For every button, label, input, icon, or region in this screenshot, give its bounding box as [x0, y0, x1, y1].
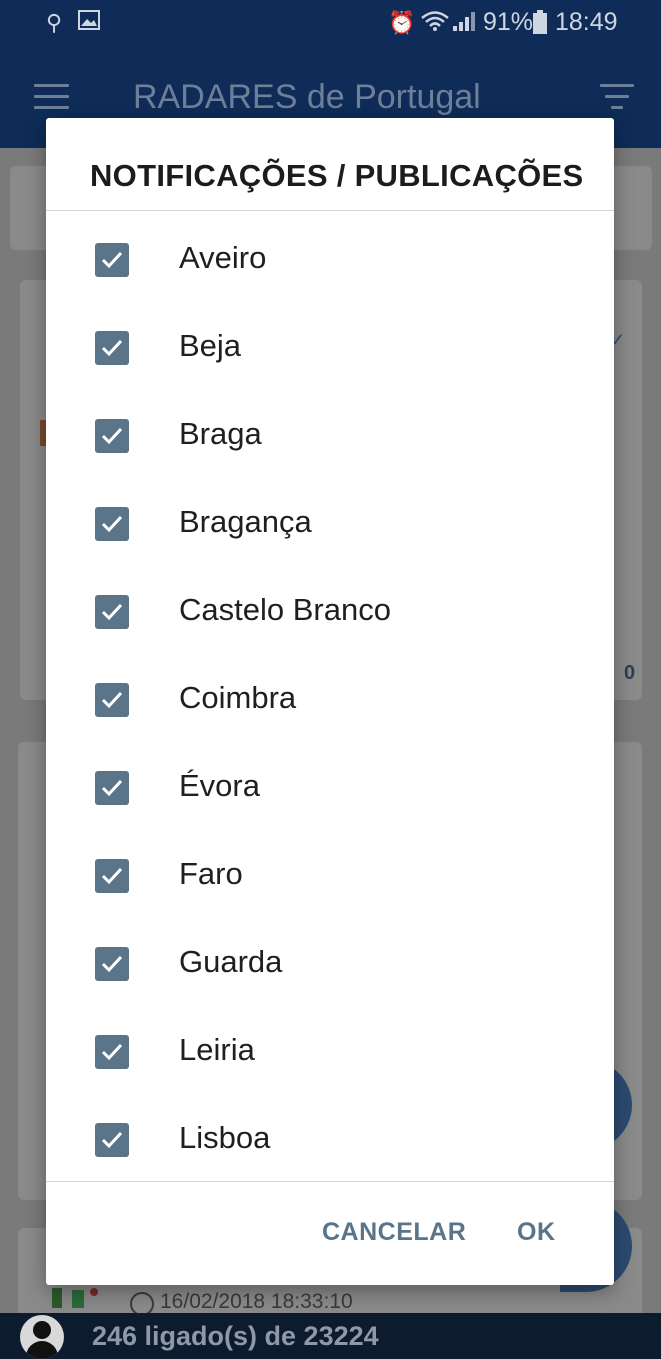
avatar — [20, 1315, 64, 1359]
checkbox[interactable] — [95, 683, 129, 717]
dialog-title: NOTIFICAÇÕES / PUBLICAÇÕES — [90, 158, 584, 193]
wifi-icon — [420, 10, 450, 38]
location-icon: ⚲ — [46, 10, 63, 35]
item-label: Castelo Branco — [179, 592, 391, 627]
checkbox[interactable] — [95, 331, 129, 365]
item-label: Beja — [179, 328, 242, 363]
checkbox[interactable] — [95, 419, 129, 453]
list-item[interactable]: Évora — [46, 739, 614, 827]
list-item[interactable]: Castelo Branco — [46, 563, 614, 651]
divider — [46, 1181, 614, 1182]
item-label: Faro — [179, 856, 243, 891]
list-item[interactable]: Lisboa — [46, 1091, 614, 1179]
checkbox[interactable] — [95, 595, 129, 629]
status-bar: ⚲ ⏰ 91% 18:49 — [0, 0, 661, 46]
list-item[interactable]: Bragança — [46, 475, 614, 563]
list-item[interactable]: Guarda — [46, 915, 614, 1003]
filter-icon[interactable] — [600, 84, 634, 110]
checkbox[interactable] — [95, 243, 129, 277]
item-label: Lisboa — [179, 1120, 271, 1155]
count-badge: 0 — [624, 662, 636, 684]
notifications-dialog: NOTIFICAÇÕES / PUBLICAÇÕES Aveiro Beja B… — [46, 118, 614, 1285]
battery-icon — [533, 10, 547, 40]
alarm-icon: ⏰ — [388, 10, 416, 35]
list-item[interactable]: Beja — [46, 299, 614, 387]
item-label: Coimbra — [179, 680, 297, 715]
cancel-button[interactable]: CANCELAR — [322, 1218, 466, 1247]
list-item[interactable]: Faro — [46, 827, 614, 915]
checkbox[interactable] — [95, 947, 129, 981]
item-label: Bragança — [179, 504, 312, 539]
map-markers-icon — [52, 1286, 100, 1312]
menu-icon[interactable] — [34, 84, 69, 110]
item-label: Guarda — [179, 944, 283, 979]
app-title: RADARES de Portugal — [133, 78, 481, 116]
timestamp: 16/02/2018 18:33:10 — [160, 1290, 353, 1313]
district-list[interactable]: Aveiro Beja Braga Bragança Castelo Branc… — [46, 211, 614, 1181]
checkbox[interactable] — [95, 859, 129, 893]
item-label: Leiria — [179, 1032, 255, 1067]
list-item[interactable]: Leiria — [46, 1003, 614, 1091]
list-item[interactable]: Braga — [46, 387, 614, 475]
list-item[interactable]: Aveiro — [46, 211, 614, 299]
signal-icon — [452, 10, 476, 38]
list-item[interactable]: Coimbra — [46, 651, 614, 739]
checkbox[interactable] — [95, 771, 129, 805]
ok-button[interactable]: OK — [517, 1218, 556, 1247]
item-label: Évora — [179, 768, 260, 803]
checkbox[interactable] — [95, 507, 129, 541]
checkbox[interactable] — [95, 1123, 129, 1157]
online-count: 246 ligado(s) de 23224 — [92, 1321, 379, 1351]
item-label: Braga — [179, 416, 262, 451]
clock: 18:49 — [555, 8, 618, 36]
battery-percent: 91% — [483, 8, 534, 36]
item-label: Aveiro — [179, 240, 267, 275]
image-icon — [78, 10, 100, 36]
checkbox[interactable] — [95, 1035, 129, 1069]
